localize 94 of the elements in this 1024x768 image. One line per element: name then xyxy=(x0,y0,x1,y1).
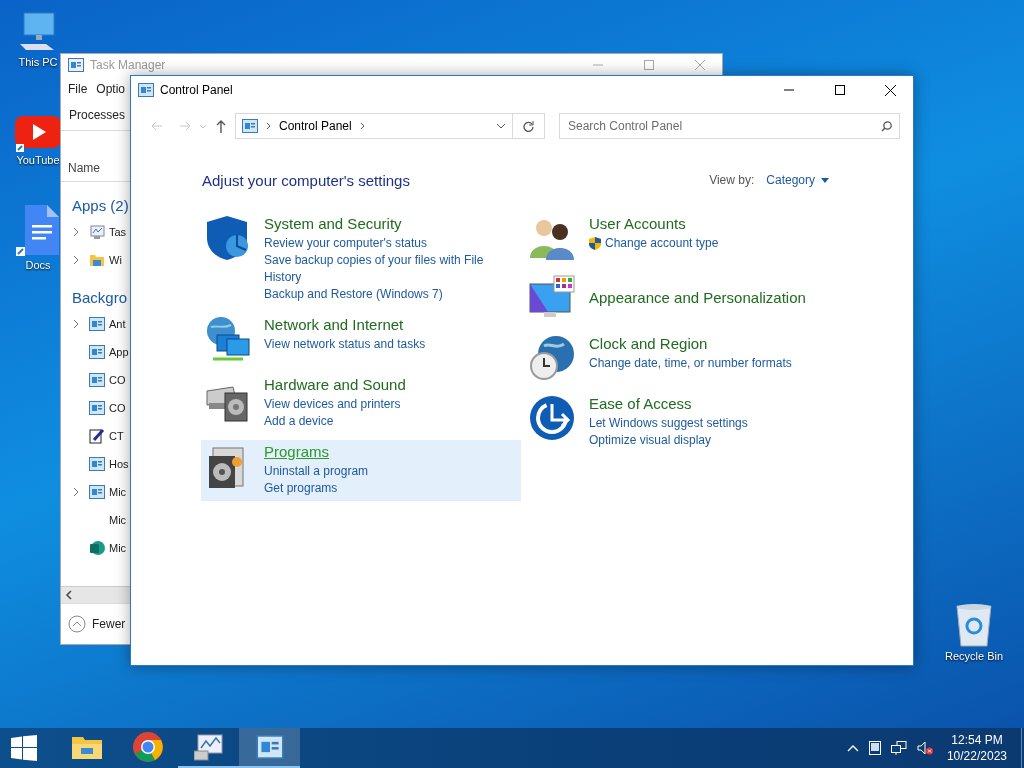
task-link[interactable]: Change account type xyxy=(589,235,719,252)
desktop-shortcut[interactable]: Recycle Bin xyxy=(944,602,1004,662)
process-name: Tas xyxy=(109,226,127,238)
search-field[interactable]: Search Control Panel xyxy=(559,113,900,139)
taskbar-app-button[interactable] xyxy=(239,728,300,768)
category-link[interactable]: Hardware and Sound xyxy=(264,376,406,393)
process-name: Mic xyxy=(109,514,127,526)
tablet-icon[interactable] xyxy=(868,741,881,755)
category-link[interactable]: User Accounts xyxy=(589,215,686,232)
desktop-shortcut[interactable]: Docs xyxy=(15,205,61,271)
address-bar[interactable]: Control Panel xyxy=(235,113,513,139)
search-icon xyxy=(881,121,892,132)
window-icon xyxy=(89,456,105,472)
task-link[interactable]: View devices and printers xyxy=(264,396,401,413)
expand-chevron-icon[interactable] xyxy=(72,227,79,237)
desktop-shortcut[interactable]: YouTube xyxy=(15,112,61,166)
task-link[interactable]: Uninstall a program xyxy=(264,463,369,480)
window-title: Task Manager xyxy=(90,58,166,72)
menu-item[interactable]: File xyxy=(68,82,88,98)
window-icon xyxy=(89,484,105,500)
refresh-button[interactable] xyxy=(513,113,545,139)
highlighted-category[interactable]: Programs Uninstall a program Get programs xyxy=(201,440,521,501)
group-heading: Apps (2) xyxy=(72,197,129,214)
close-icon xyxy=(885,84,896,96)
collapse-icon[interactable] xyxy=(68,615,86,633)
process-name: Ant xyxy=(109,318,126,330)
scroll-left-icon[interactable] xyxy=(65,590,73,600)
folder-icon xyxy=(71,735,102,759)
network-icon[interactable] xyxy=(890,741,907,755)
task-link[interactable]: Review your computer's status xyxy=(264,235,428,252)
window-icon xyxy=(89,400,105,416)
maximize-icon xyxy=(834,85,845,95)
process-name: Wi xyxy=(109,254,122,266)
refresh-icon xyxy=(523,120,534,132)
dropdown-icon[interactable] xyxy=(496,123,506,129)
expand-chevron-icon[interactable] xyxy=(72,255,79,265)
clock-icon xyxy=(528,334,576,382)
control-panel-icon xyxy=(138,83,154,97)
access-icon xyxy=(528,394,576,442)
task-link[interactable]: Get programs xyxy=(264,480,338,497)
category-link[interactable]: Network and Internet xyxy=(264,316,404,333)
expand-chevron-icon[interactable] xyxy=(72,487,79,497)
category-link[interactable]: Appearance and Personalization xyxy=(589,288,806,306)
task-link[interactable]: Change date, time, or number formats xyxy=(589,355,792,372)
windows-logo-icon xyxy=(11,735,37,761)
recycle-bin-icon xyxy=(954,602,994,648)
page-heading: Adjust your computer's settings xyxy=(202,171,410,189)
close-icon xyxy=(694,60,705,70)
dropdown-icon xyxy=(821,177,829,183)
task-link[interactable]: Add a device xyxy=(264,413,334,430)
process-name: Mic xyxy=(109,486,127,498)
task-manager-icon xyxy=(68,58,84,72)
window-icon xyxy=(89,372,105,388)
process-name: Hos xyxy=(109,458,129,470)
up-icon[interactable] xyxy=(216,119,226,133)
column-header[interactable]: Name xyxy=(68,161,100,175)
menu-item[interactable]: Optio xyxy=(96,82,126,98)
folder-icon xyxy=(89,252,105,268)
process-name: Mic xyxy=(109,542,127,554)
window-title: Control Panel xyxy=(160,83,233,97)
control-panel-icon xyxy=(255,735,284,759)
task-link[interactable]: Save backup copies of your files with File History xyxy=(264,252,504,286)
view-by-dropdown[interactable]: Category xyxy=(766,173,829,187)
category-link[interactable]: Ease of Access xyxy=(589,395,692,412)
task-link[interactable]: View network status and tasks xyxy=(264,336,426,353)
pen-icon xyxy=(89,428,105,444)
chrome-icon xyxy=(132,732,163,762)
chevron-up-icon[interactable] xyxy=(846,744,859,752)
view-by-label: View by: xyxy=(709,173,755,187)
chevron-right-icon[interactable] xyxy=(266,122,271,130)
desktop-shortcut[interactable]: This PC xyxy=(16,10,60,68)
task-link[interactable]: Optimize visual display xyxy=(589,432,712,449)
control-panel-icon xyxy=(242,119,258,133)
maximize-icon xyxy=(643,60,654,70)
task-link[interactable]: Let Windows suggest settings xyxy=(589,415,748,432)
clock[interactable]: 12:54 PM 10/22/2023 xyxy=(946,732,1007,764)
window-icon xyxy=(89,316,105,332)
monitor-icon xyxy=(193,733,224,761)
minimize-icon xyxy=(592,64,603,66)
process-name: CO xyxy=(109,374,126,386)
task-link[interactable]: Backup and Restore (Windows 7) xyxy=(264,286,443,303)
expand-chevron-icon[interactable] xyxy=(72,319,79,329)
chevron-right-icon[interactable] xyxy=(359,122,365,130)
process-name: App xyxy=(109,346,129,358)
window-icon xyxy=(89,344,105,360)
process-name: CT xyxy=(109,430,124,442)
muted-speaker-icon[interactable] xyxy=(916,741,933,755)
monitor-icon xyxy=(89,224,105,240)
fewer-details-link[interactable]: Fewer xyxy=(92,617,126,631)
category-link[interactable]: System and Security xyxy=(264,215,402,232)
minimize-icon xyxy=(783,89,794,91)
group-heading: Backgro xyxy=(72,289,128,306)
process-name: CO xyxy=(109,402,126,414)
category-link[interactable]: Clock and Region xyxy=(589,335,708,352)
